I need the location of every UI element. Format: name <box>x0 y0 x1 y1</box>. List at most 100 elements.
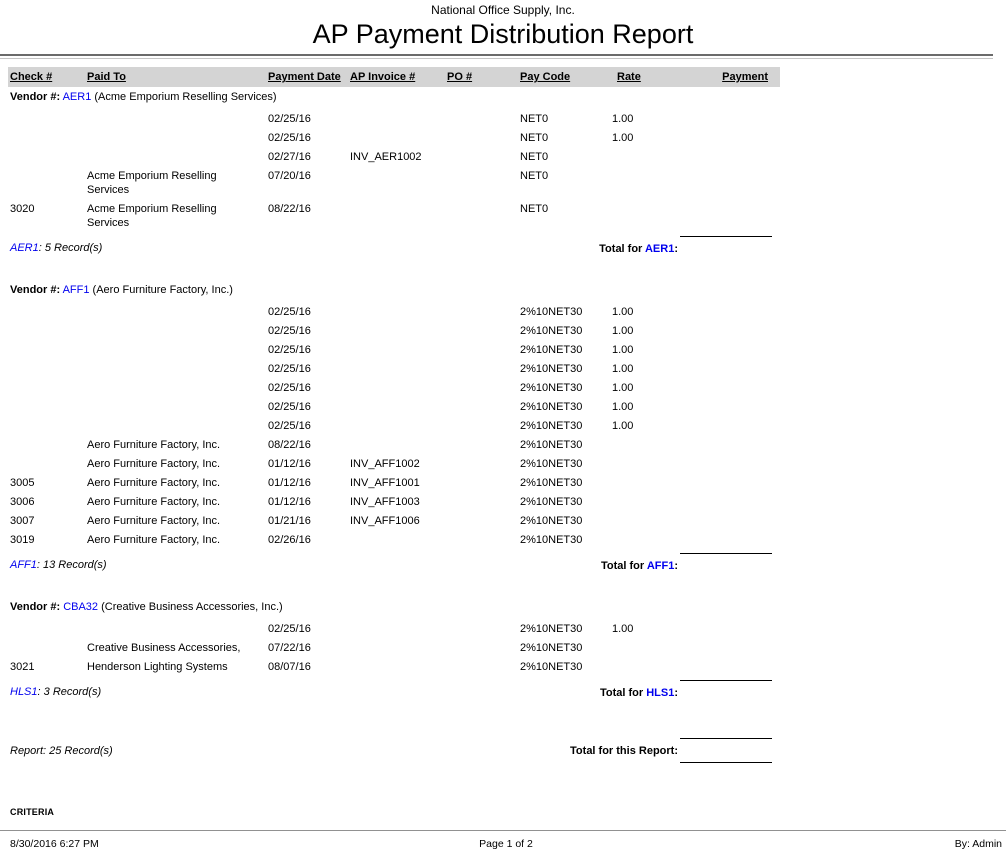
cell-payment <box>667 305 770 319</box>
cell-payment-date: 08/22/16 <box>268 202 350 230</box>
column-header-ap-invoice: AP Invoice # <box>350 67 447 87</box>
report-total-section: Report: 25 Record(s) Total for this Repo… <box>10 737 772 763</box>
cell-check-number <box>8 419 87 433</box>
cell-payment <box>667 324 770 338</box>
cell-po-number <box>447 641 520 655</box>
vendor-label: Vendor #: <box>10 284 60 296</box>
column-header-check: Check # <box>8 67 87 87</box>
vendor-code-link[interactable]: CBA32 <box>63 601 98 613</box>
cell-check-number <box>8 324 87 338</box>
cell-check-number <box>8 343 87 357</box>
cell-po-number <box>447 112 520 126</box>
cell-paid-to: Henderson Lighting Systems <box>87 660 268 674</box>
cell-rate <box>607 169 667 197</box>
cell-paid-to: Aero Furniture Factory, Inc. <box>87 476 268 490</box>
report-total-box <box>680 738 772 763</box>
column-header-paid-to: Paid To <box>87 67 268 87</box>
cell-pay-code: 2%10NET30 <box>520 514 607 528</box>
cell-payment-date: 02/25/16 <box>268 324 350 338</box>
cell-rate <box>607 514 667 528</box>
cell-po-number <box>447 400 520 414</box>
report-page: { "header": { "company": "National Offic… <box>0 0 1006 840</box>
vendor-code-link[interactable]: AFF1 <box>63 284 90 296</box>
cell-ap-invoice <box>350 305 447 319</box>
cell-check-number <box>8 305 87 319</box>
cell-rate: 1.00 <box>607 305 667 319</box>
cell-paid-to: Acme Emporium Reselling Services <box>87 169 268 197</box>
vendor-header: Vendor #: AER1 (Acme Emporium Reselling … <box>10 90 1006 104</box>
cell-pay-code: 2%10NET30 <box>520 641 607 655</box>
cell-paid-to <box>87 381 268 395</box>
cell-pay-code: 2%10NET30 <box>520 495 607 509</box>
cell-po-number <box>447 622 520 636</box>
cell-payment <box>667 131 770 145</box>
group-total-label: Total for AER1: <box>599 243 678 255</box>
cell-check-number <box>8 381 87 395</box>
cell-pay-code: 2%10NET30 <box>520 400 607 414</box>
column-header-rate: Rate <box>607 67 667 87</box>
table-row: 02/27/16 INV_AER1002 NET0 <box>8 150 770 164</box>
cell-payment <box>667 169 770 197</box>
cell-pay-code: 2%10NET30 <box>520 324 607 338</box>
table-row: 3005 Aero Furniture Factory, Inc. 01/12/… <box>8 476 770 490</box>
vendor-name: (Acme Emporium Reselling Services) <box>94 91 276 103</box>
cell-payment <box>667 343 770 357</box>
criteria-label: CRITERIA <box>10 807 1006 817</box>
cell-ap-invoice <box>350 641 447 655</box>
cell-po-number <box>447 324 520 338</box>
cell-payment <box>667 438 770 452</box>
cell-po-number <box>447 476 520 490</box>
cell-paid-to <box>87 622 268 636</box>
cell-paid-to: Aero Furniture Factory, Inc. <box>87 457 268 471</box>
cell-payment-date: 02/26/16 <box>268 533 350 547</box>
group-footer-code: AFF1 <box>10 559 37 571</box>
group-total-underline <box>680 680 772 681</box>
cell-paid-to <box>87 131 268 145</box>
table-row: 3019 Aero Furniture Factory, Inc. 02/26/… <box>8 533 770 547</box>
cell-po-number <box>447 343 520 357</box>
cell-payment-date: 02/25/16 <box>268 622 350 636</box>
cell-paid-to: Acme Emporium Reselling Services <box>87 202 268 230</box>
column-header-row: Check # Paid To Payment Date AP Invoice … <box>8 67 780 87</box>
cell-check-number <box>8 622 87 636</box>
vendor-rows: 02/25/16 2%10NET30 1.00 02/25/16 2%10NET… <box>0 305 1006 547</box>
cell-payment <box>667 362 770 376</box>
cell-payment-date: 02/25/16 <box>268 400 350 414</box>
group-footer: AER1: 5 Record(s) Total for AER1: <box>10 235 772 259</box>
cell-check-number: 3019 <box>8 533 87 547</box>
cell-payment-date: 02/25/16 <box>268 131 350 145</box>
table-row: 3006 Aero Furniture Factory, Inc. 01/12/… <box>8 495 770 509</box>
cell-payment-date: 08/22/16 <box>268 438 350 452</box>
cell-ap-invoice <box>350 131 447 145</box>
cell-po-number <box>447 169 520 197</box>
vendor-group: Vendor #: AER1 (Acme Emporium Reselling … <box>0 90 1006 259</box>
cell-rate: 1.00 <box>607 343 667 357</box>
cell-ap-invoice <box>350 400 447 414</box>
table-row: 3021 Henderson Lighting Systems 08/07/16… <box>8 660 770 674</box>
table-row: Aero Furniture Factory, Inc. 08/22/16 2%… <box>8 438 770 452</box>
cell-paid-to <box>87 112 268 126</box>
group-footer: HLS1: 3 Record(s) Total for HLS1: <box>10 679 772 703</box>
cell-check-number: 3021 <box>8 660 87 674</box>
cell-rate: 1.00 <box>607 131 667 145</box>
vendor-label: Vendor #: <box>10 601 60 613</box>
vendor-code-link[interactable]: AER1 <box>63 91 92 103</box>
cell-rate <box>607 150 667 164</box>
cell-payment <box>667 641 770 655</box>
cell-payment-date: 02/25/16 <box>268 381 350 395</box>
cell-ap-invoice <box>350 622 447 636</box>
cell-pay-code: 2%10NET30 <box>520 476 607 490</box>
vendor-label: Vendor #: <box>10 91 60 103</box>
table-row: 02/25/16 NET0 1.00 <box>8 112 770 126</box>
cell-payment-date: 02/27/16 <box>268 150 350 164</box>
cell-rate: 1.00 <box>607 419 667 433</box>
cell-ap-invoice <box>350 381 447 395</box>
cell-ap-invoice <box>350 169 447 197</box>
cell-paid-to <box>87 400 268 414</box>
table-row: Aero Furniture Factory, Inc. 01/12/16 IN… <box>8 457 770 471</box>
table-row: 02/25/16 2%10NET30 1.00 <box>8 324 770 338</box>
group-footer: AFF1: 13 Record(s) Total for AFF1: <box>10 552 772 576</box>
cell-po-number <box>447 533 520 547</box>
table-row: 3020 Acme Emporium Reselling Services 08… <box>8 202 770 230</box>
cell-payment <box>667 457 770 471</box>
